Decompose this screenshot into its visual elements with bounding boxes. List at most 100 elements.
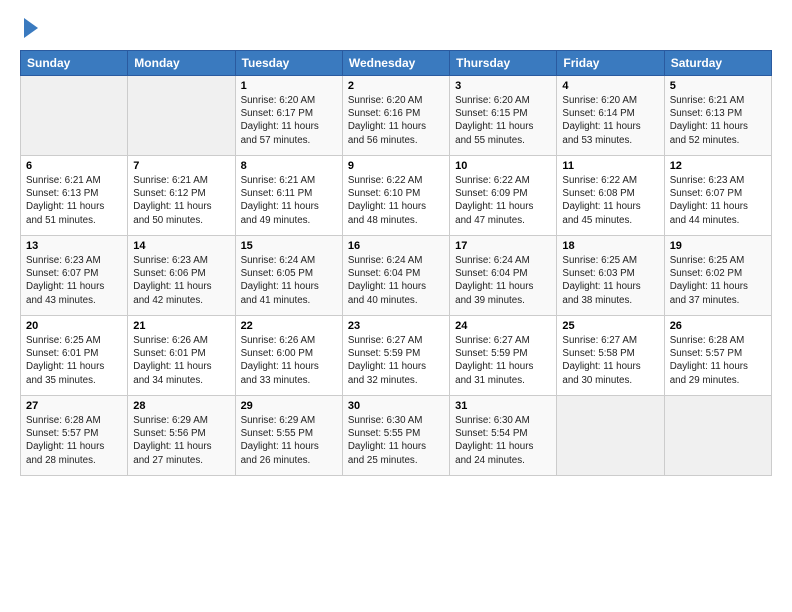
day-info: Sunrise: 6:29 AM Sunset: 5:56 PM Dayligh… xyxy=(133,414,229,467)
header xyxy=(20,16,772,38)
weekday-header-thursday: Thursday xyxy=(450,51,557,76)
day-number: 13 xyxy=(26,240,122,252)
day-cell: 7Sunrise: 6:21 AM Sunset: 6:12 PM Daylig… xyxy=(128,156,235,236)
day-info: Sunrise: 6:22 AM Sunset: 6:09 PM Dayligh… xyxy=(455,174,551,227)
day-number: 11 xyxy=(562,160,658,172)
weekday-header-wednesday: Wednesday xyxy=(342,51,449,76)
day-number: 19 xyxy=(670,240,766,252)
day-cell xyxy=(21,76,128,156)
day-info: Sunrise: 6:22 AM Sunset: 6:08 PM Dayligh… xyxy=(562,174,658,227)
day-number: 4 xyxy=(562,80,658,92)
day-number: 1 xyxy=(241,80,337,92)
day-info: Sunrise: 6:24 AM Sunset: 6:04 PM Dayligh… xyxy=(348,254,444,307)
day-info: Sunrise: 6:20 AM Sunset: 6:15 PM Dayligh… xyxy=(455,94,551,147)
day-cell: 28Sunrise: 6:29 AM Sunset: 5:56 PM Dayli… xyxy=(128,396,235,476)
day-number: 23 xyxy=(348,320,444,332)
weekday-header-tuesday: Tuesday xyxy=(235,51,342,76)
weekday-header-monday: Monday xyxy=(128,51,235,76)
day-info: Sunrise: 6:21 AM Sunset: 6:11 PM Dayligh… xyxy=(241,174,337,227)
weekday-header-row: SundayMondayTuesdayWednesdayThursdayFrid… xyxy=(21,51,772,76)
day-info: Sunrise: 6:23 AM Sunset: 6:07 PM Dayligh… xyxy=(26,254,122,307)
day-cell: 5 Sunrise: 6:21 AM Sunset: 6:13 PM Daylig… xyxy=(664,76,771,156)
day-cell xyxy=(557,396,664,476)
day-info: Sunrise: 6:25 AM Sunset: 6:02 PM Dayligh… xyxy=(670,254,766,307)
weekday-header-sunday: Sunday xyxy=(21,51,128,76)
day-info: Sunrise: 6:25 AM Sunset: 6:01 PM Dayligh… xyxy=(26,334,122,387)
day-info: Sunrise: 6:24 AM Sunset: 6:04 PM Dayligh… xyxy=(455,254,551,307)
day-info: Sunrise: 6:21 AM Sunset: 6:13 PM Dayligh… xyxy=(670,94,766,147)
day-info: Sunrise: 6:25 AM Sunset: 6:03 PM Dayligh… xyxy=(562,254,658,307)
day-cell: 14Sunrise: 6:23 AM Sunset: 6:06 PM Dayli… xyxy=(128,236,235,316)
day-cell: 1 Sunrise: 6:20 AM Sunset: 6:17 PM Daylig… xyxy=(235,76,342,156)
day-cell: 2Sunrise: 6:20 AM Sunset: 6:16 PM Daylig… xyxy=(342,76,449,156)
day-cell: 13 Sunrise: 6:23 AM Sunset: 6:07 PM Dayli… xyxy=(21,236,128,316)
day-cell: 10 Sunrise: 6:22 AM Sunset: 6:09 PM Dayli… xyxy=(450,156,557,236)
day-cell: 11 Sunrise: 6:22 AM Sunset: 6:08 PM Dayli… xyxy=(557,156,664,236)
day-number: 25 xyxy=(562,320,658,332)
day-info: Sunrise: 6:22 AM Sunset: 6:10 PM Dayligh… xyxy=(348,174,444,227)
day-number: 12 xyxy=(670,160,766,172)
day-info: Sunrise: 6:24 AM Sunset: 6:05 PM Dayligh… xyxy=(241,254,337,307)
day-cell: 3 Sunrise: 6:20 AM Sunset: 6:15 PM Daylig… xyxy=(450,76,557,156)
day-number: 31 xyxy=(455,400,551,412)
week-row-1: 1 Sunrise: 6:20 AM Sunset: 6:17 PM Daylig… xyxy=(21,76,772,156)
day-cell: 27 Sunrise: 6:28 AM Sunset: 5:57 PM Dayli… xyxy=(21,396,128,476)
day-cell: 22 Sunrise: 6:26 AM Sunset: 6:00 PM Dayli… xyxy=(235,316,342,396)
day-cell: 4 Sunrise: 6:20 AM Sunset: 6:14 PM Daylig… xyxy=(557,76,664,156)
day-info: Sunrise: 6:28 AM Sunset: 5:57 PM Dayligh… xyxy=(26,414,122,467)
day-number: 21 xyxy=(133,320,229,332)
day-info: Sunrise: 6:20 AM Sunset: 6:14 PM Dayligh… xyxy=(562,94,658,147)
day-cell: 18 Sunrise: 6:25 AM Sunset: 6:03 PM Dayli… xyxy=(557,236,664,316)
day-number: 17 xyxy=(455,240,551,252)
day-cell xyxy=(664,396,771,476)
day-info: Sunrise: 6:20 AM Sunset: 6:17 PM Dayligh… xyxy=(241,94,337,147)
day-cell: 26 Sunrise: 6:28 AM Sunset: 5:57 PM Dayli… xyxy=(664,316,771,396)
day-number: 22 xyxy=(241,320,337,332)
day-info: Sunrise: 6:23 AM Sunset: 6:07 PM Dayligh… xyxy=(670,174,766,227)
day-number: 29 xyxy=(241,400,337,412)
day-info: Sunrise: 6:30 AM Sunset: 5:54 PM Dayligh… xyxy=(455,414,551,467)
day-info: Sunrise: 6:21 AM Sunset: 6:12 PM Dayligh… xyxy=(133,174,229,227)
day-number: 24 xyxy=(455,320,551,332)
day-cell: 31 Sunrise: 6:30 AM Sunset: 5:54 PM Dayli… xyxy=(450,396,557,476)
day-cell: 6 Sunrise: 6:21 AM Sunset: 6:13 PM Daylig… xyxy=(21,156,128,236)
day-cell: 30Sunrise: 6:30 AM Sunset: 5:55 PM Dayli… xyxy=(342,396,449,476)
day-info: Sunrise: 6:20 AM Sunset: 6:16 PM Dayligh… xyxy=(348,94,444,147)
day-cell: 23 Sunrise: 6:27 AM Sunset: 5:59 PM Dayli… xyxy=(342,316,449,396)
day-cell: 12 Sunrise: 6:23 AM Sunset: 6:07 PM Dayli… xyxy=(664,156,771,236)
week-row-5: 27 Sunrise: 6:28 AM Sunset: 5:57 PM Dayli… xyxy=(21,396,772,476)
day-cell: 15Sunrise: 6:24 AM Sunset: 6:05 PM Dayli… xyxy=(235,236,342,316)
day-cell: 20 Sunrise: 6:25 AM Sunset: 6:01 PM Dayli… xyxy=(21,316,128,396)
day-number: 8 xyxy=(241,160,337,172)
day-number: 9 xyxy=(348,160,444,172)
week-row-2: 6 Sunrise: 6:21 AM Sunset: 6:13 PM Daylig… xyxy=(21,156,772,236)
day-number: 3 xyxy=(455,80,551,92)
day-number: 26 xyxy=(670,320,766,332)
week-row-3: 13 Sunrise: 6:23 AM Sunset: 6:07 PM Dayli… xyxy=(21,236,772,316)
day-cell: 8 Sunrise: 6:21 AM Sunset: 6:11 PM Daylig… xyxy=(235,156,342,236)
day-info: Sunrise: 6:27 AM Sunset: 5:58 PM Dayligh… xyxy=(562,334,658,387)
day-info: Sunrise: 6:28 AM Sunset: 5:57 PM Dayligh… xyxy=(670,334,766,387)
weekday-header-saturday: Saturday xyxy=(664,51,771,76)
day-cell: 17 Sunrise: 6:24 AM Sunset: 6:04 PM Dayli… xyxy=(450,236,557,316)
day-cell: 16 Sunrise: 6:24 AM Sunset: 6:04 PM Dayli… xyxy=(342,236,449,316)
logo-arrow-icon xyxy=(24,18,38,38)
day-info: Sunrise: 6:26 AM Sunset: 6:00 PM Dayligh… xyxy=(241,334,337,387)
day-info: Sunrise: 6:21 AM Sunset: 6:13 PM Dayligh… xyxy=(26,174,122,227)
day-number: 16 xyxy=(348,240,444,252)
day-cell: 21Sunrise: 6:26 AM Sunset: 6:01 PM Dayli… xyxy=(128,316,235,396)
day-cell: 19 Sunrise: 6:25 AM Sunset: 6:02 PM Dayli… xyxy=(664,236,771,316)
day-number: 10 xyxy=(455,160,551,172)
day-number: 14 xyxy=(133,240,229,252)
day-info: Sunrise: 6:27 AM Sunset: 5:59 PM Dayligh… xyxy=(348,334,444,387)
page: SundayMondayTuesdayWednesdayThursdayFrid… xyxy=(0,0,792,612)
day-number: 18 xyxy=(562,240,658,252)
day-cell: 9 Sunrise: 6:22 AM Sunset: 6:10 PM Daylig… xyxy=(342,156,449,236)
day-cell: 29Sunrise: 6:29 AM Sunset: 5:55 PM Dayli… xyxy=(235,396,342,476)
day-number: 20 xyxy=(26,320,122,332)
day-number: 6 xyxy=(26,160,122,172)
day-number: 5 xyxy=(670,80,766,92)
day-info: Sunrise: 6:30 AM Sunset: 5:55 PM Dayligh… xyxy=(348,414,444,467)
day-number: 27 xyxy=(26,400,122,412)
week-row-4: 20 Sunrise: 6:25 AM Sunset: 6:01 PM Dayli… xyxy=(21,316,772,396)
